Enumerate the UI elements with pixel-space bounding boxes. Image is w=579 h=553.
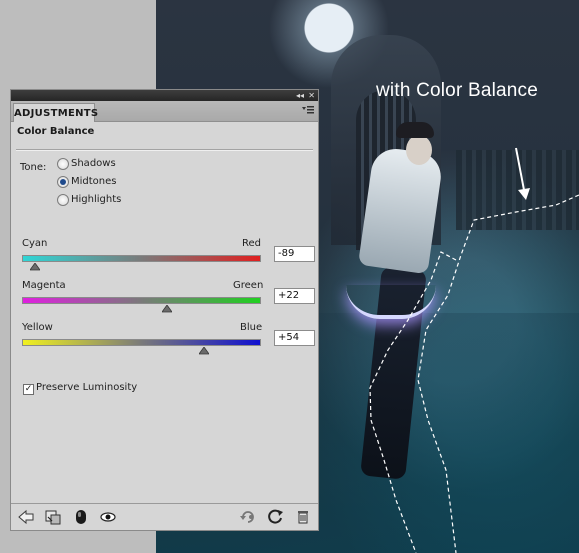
- clip-to-layer-icon[interactable]: [44, 508, 62, 526]
- visibility-eye-icon[interactable]: [99, 508, 117, 526]
- previous-state-icon[interactable]: [239, 508, 257, 526]
- photo-caption: with Color Balance: [376, 80, 539, 101]
- panel-title-bar[interactable]: ◂◂ ✕: [11, 90, 318, 101]
- selection-marquee-inner: [369, 251, 457, 553]
- layer-mask-icon[interactable]: [72, 508, 90, 526]
- yellow-blue-slider-track[interactable]: [22, 339, 261, 346]
- reset-icon[interactable]: [267, 508, 285, 526]
- radio-midtones[interactable]: [57, 176, 69, 188]
- tab-adjustments[interactable]: ADJUSTMENTS: [13, 103, 98, 122]
- blue-label: Blue: [240, 322, 263, 333]
- panel-title: Color Balance: [17, 126, 95, 137]
- tone-label: Tone:: [20, 162, 47, 173]
- footer-divider: [11, 503, 318, 504]
- trash-icon[interactable]: [294, 508, 312, 526]
- radio-midtones-label[interactable]: Midtones: [71, 176, 117, 187]
- collapse-icon[interactable]: ◂◂: [296, 90, 304, 101]
- yellow-label: Yellow: [22, 322, 53, 333]
- cyan-red-slider-track[interactable]: [22, 255, 261, 262]
- pointer-arrow-icon: [515, 147, 530, 200]
- close-icon[interactable]: ✕: [308, 90, 315, 101]
- selection-marquee: [417, 194, 579, 553]
- magenta-green-value-input[interactable]: +22: [274, 288, 315, 304]
- yellow-blue-value-input[interactable]: +54: [274, 330, 315, 346]
- radio-shadows[interactable]: [57, 158, 69, 170]
- cyan-label: Cyan: [22, 238, 48, 249]
- magenta-label: Magenta: [22, 280, 66, 291]
- adjustments-panel: ◂◂ ✕ ADJUSTMENTS Color Balance Tone: Sha…: [10, 89, 319, 531]
- magenta-green-slider-track[interactable]: [22, 297, 261, 304]
- green-label: Green: [233, 280, 264, 291]
- back-arrow-icon[interactable]: [17, 508, 35, 526]
- panel-menu-icon[interactable]: [302, 105, 314, 115]
- radio-highlights-label[interactable]: Highlights: [71, 194, 121, 205]
- preserve-luminosity-label[interactable]: Preserve Luminosity: [36, 382, 137, 393]
- red-label: Red: [242, 238, 261, 249]
- cyan-red-value-input[interactable]: -89: [274, 246, 315, 262]
- divider: [16, 149, 313, 151]
- radio-shadows-label[interactable]: Shadows: [71, 158, 116, 169]
- radio-highlights[interactable]: [57, 194, 69, 206]
- tab-bar: ADJUSTMENTS: [11, 101, 318, 122]
- preserve-luminosity-checkbox[interactable]: ✓: [23, 384, 34, 395]
